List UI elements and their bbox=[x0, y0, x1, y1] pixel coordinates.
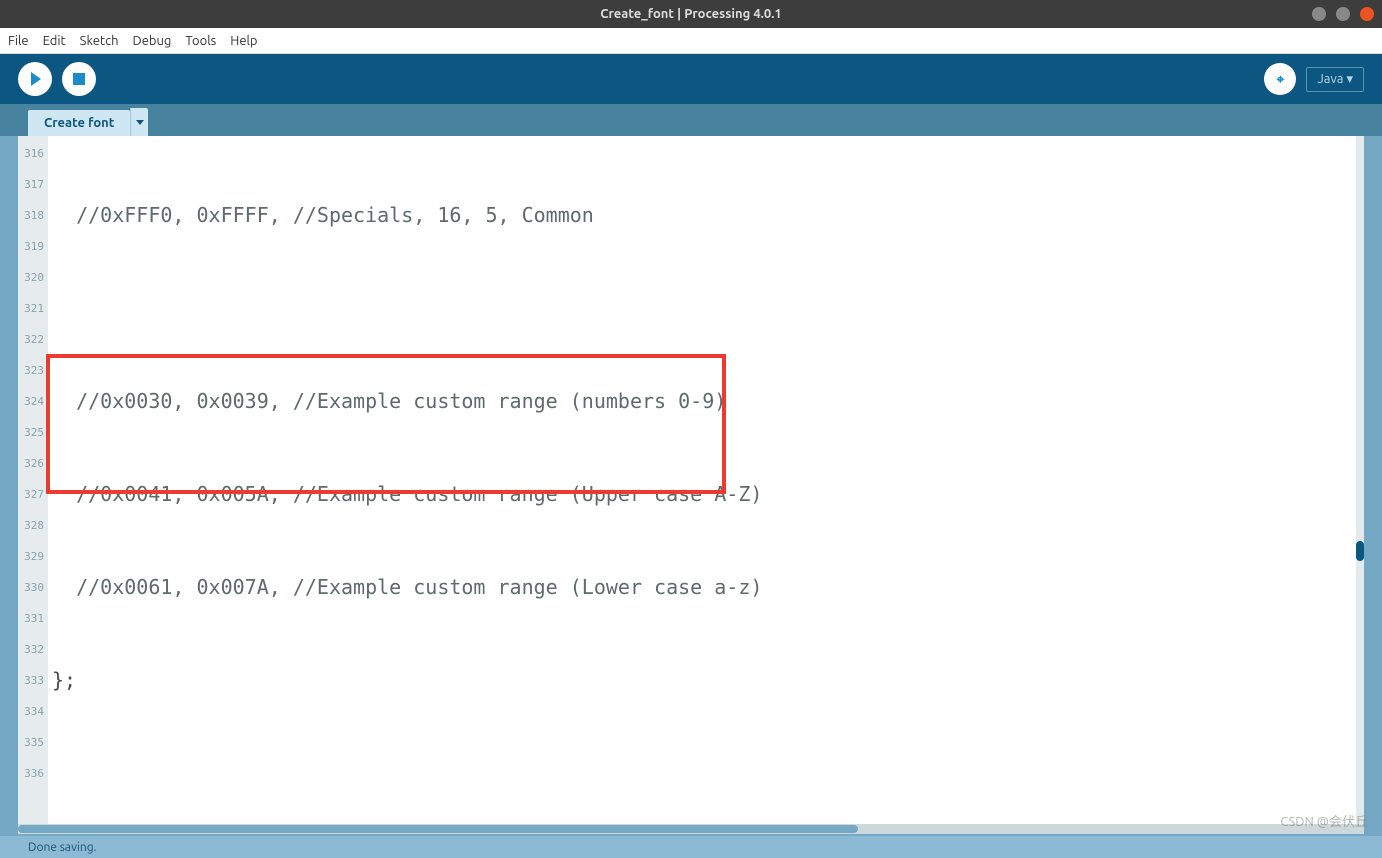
close-icon[interactable] bbox=[1360, 7, 1374, 21]
line-number: 319 bbox=[18, 231, 44, 262]
menu-tools[interactable]: Tools bbox=[185, 34, 216, 48]
vertical-scrollbar[interactable] bbox=[1356, 136, 1364, 824]
line-number: 331 bbox=[18, 603, 44, 634]
line-number: 336 bbox=[18, 758, 44, 789]
horizontal-scroll-row bbox=[0, 824, 1382, 836]
code-line bbox=[48, 293, 1364, 324]
code-line: //0xFFF0, 0xFFFF, //Specials, 16, 5, Com… bbox=[48, 200, 1364, 231]
vertical-scrollbar-thumb[interactable] bbox=[1356, 541, 1364, 561]
tabbar: Create font bbox=[0, 104, 1382, 136]
code-line: }; bbox=[48, 665, 1364, 696]
menu-edit[interactable]: Edit bbox=[43, 34, 66, 48]
line-number: 325 bbox=[18, 417, 44, 448]
code-content[interactable]: //0xFFF0, 0xFFFF, //Specials, 16, 5, Com… bbox=[48, 136, 1364, 824]
stop-button[interactable] bbox=[62, 62, 96, 96]
menubar: File Edit Sketch Debug Tools Help bbox=[0, 28, 1382, 54]
line-number: 321 bbox=[18, 293, 44, 324]
line-number: 322 bbox=[18, 324, 44, 355]
editor-area: 316 317 318 319 320 321 322 323 324 325 … bbox=[0, 136, 1382, 824]
window-controls bbox=[1312, 7, 1374, 21]
minimize-icon[interactable] bbox=[1312, 7, 1326, 21]
window-title: Create_font | Processing 4.0.1 bbox=[600, 7, 781, 21]
code-line bbox=[48, 758, 1364, 789]
line-number: 334 bbox=[18, 696, 44, 727]
maximize-icon[interactable] bbox=[1336, 7, 1350, 21]
horizontal-scrollbar[interactable] bbox=[18, 824, 1364, 834]
code-line: //0x0061, 0x007A, //Example custom range… bbox=[48, 572, 1364, 603]
debugger-button[interactable]: ⌖ bbox=[1264, 63, 1296, 95]
line-number: 323 bbox=[18, 355, 44, 386]
annotation-red-box bbox=[46, 354, 726, 494]
bug-icon: ⌖ bbox=[1276, 71, 1284, 88]
play-icon bbox=[31, 72, 41, 86]
menu-sketch[interactable]: Sketch bbox=[80, 34, 119, 48]
tab-dropdown[interactable] bbox=[130, 108, 148, 136]
horizontal-scrollbar-thumb[interactable] bbox=[18, 825, 858, 833]
line-number: 330 bbox=[18, 572, 44, 603]
menu-debug[interactable]: Debug bbox=[133, 34, 172, 48]
code-editor[interactable]: 316 317 318 319 320 321 322 323 324 325 … bbox=[18, 136, 1364, 824]
tab-create-font[interactable]: Create font bbox=[28, 110, 130, 136]
line-number: 318 bbox=[18, 200, 44, 231]
menu-file[interactable]: File bbox=[8, 34, 29, 48]
line-number: 328 bbox=[18, 510, 44, 541]
line-number: 317 bbox=[18, 169, 44, 200]
status-message: Done saving. bbox=[28, 841, 97, 854]
line-number: 333 bbox=[18, 665, 44, 696]
line-number: 335 bbox=[18, 727, 44, 758]
line-number: 326 bbox=[18, 448, 44, 479]
line-number: 327 bbox=[18, 479, 44, 510]
stop-icon bbox=[73, 73, 85, 85]
code-line: //0x0041, 0x005A, //Example custom range… bbox=[48, 479, 1364, 510]
chevron-down-icon bbox=[136, 120, 144, 125]
line-number: 316 bbox=[18, 138, 44, 169]
window-titlebar: Create_font | Processing 4.0.1 bbox=[0, 0, 1382, 28]
code-line: //0x0030, 0x0039, //Example custom range… bbox=[48, 386, 1364, 417]
line-number: 332 bbox=[18, 634, 44, 665]
line-number: 329 bbox=[18, 541, 44, 572]
mode-selector[interactable]: Java ▾ bbox=[1306, 67, 1364, 92]
run-button[interactable] bbox=[18, 62, 52, 96]
line-gutter: 316 317 318 319 320 321 322 323 324 325 … bbox=[18, 136, 48, 824]
statusbar: Done saving. bbox=[0, 836, 1382, 858]
line-number: 320 bbox=[18, 262, 44, 293]
menu-help[interactable]: Help bbox=[230, 34, 257, 48]
line-number: 324 bbox=[18, 386, 44, 417]
toolbar: ⌖ Java ▾ bbox=[0, 54, 1382, 104]
